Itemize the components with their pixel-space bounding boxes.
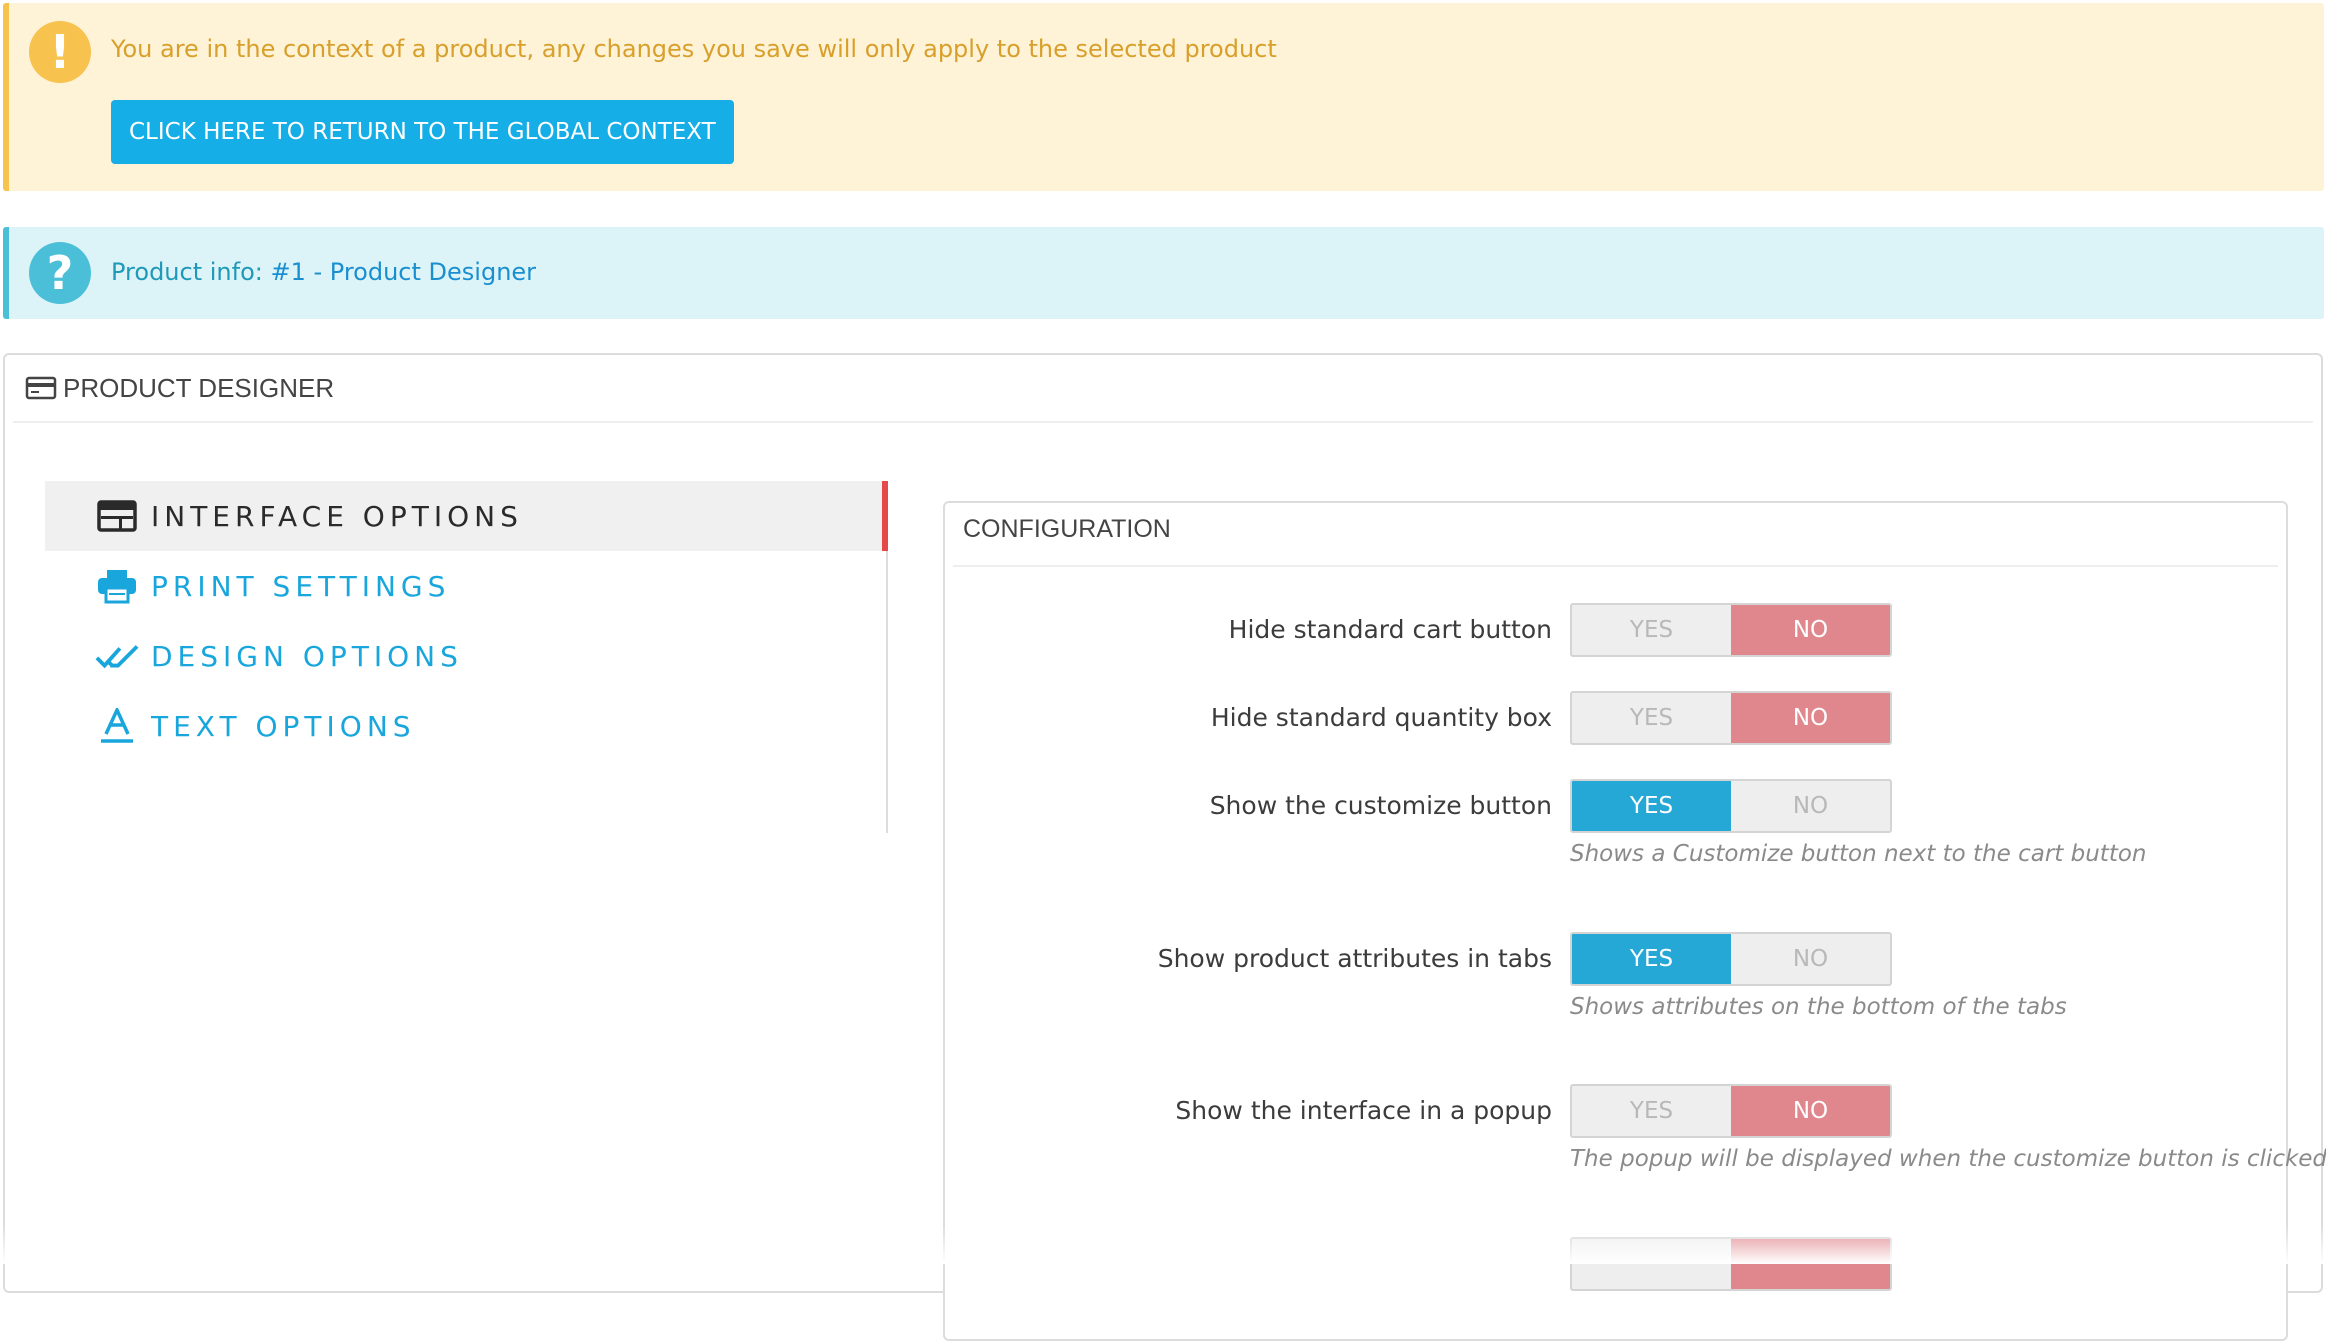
context-warning-alert: ! You are in the context of a product, a… — [3, 3, 2324, 191]
setting-row-attributes-in-tabs: Show product attributes in tabs YES NO S… — [945, 932, 2286, 1020]
configuration-title: CONFIGURATION — [963, 515, 1171, 543]
setting-row-interface-popup: Show the interface in a popup YES NO The… — [945, 1084, 2326, 1172]
product-info-alert: ? Product info: #1 - Product Designer — [3, 227, 2324, 319]
question-icon: ? — [29, 242, 91, 304]
setting-row-hide-cart-button: Hide standard cart button YES NO — [945, 603, 2286, 657]
setting-help-text: Shows a Customize button next to the car… — [1570, 841, 2147, 867]
setting-row-hide-quantity-box: Hide standard quantity box YES NO — [945, 691, 2286, 745]
switch-no-option[interactable]: NO — [1731, 781, 1890, 831]
attributes-in-tabs-switch[interactable]: YES NO — [1570, 932, 1892, 986]
configuration-panel: CONFIGURATION Hide standard cart button … — [943, 501, 2326, 1341]
switch-yes-option[interactable] — [1572, 1239, 1731, 1289]
show-customize-button-switch[interactable]: YES NO — [1570, 779, 1892, 833]
sidebar-item-label: PRINT SETTINGS — [151, 569, 451, 603]
switch-yes-option[interactable]: YES — [1572, 693, 1731, 743]
interface-popup-switch[interactable]: YES NO — [1570, 1084, 1892, 1138]
hide-cart-button-switch[interactable]: YES NO — [1570, 603, 1892, 657]
exclamation-icon: ! — [29, 21, 91, 83]
context-warning-message: You are in the context of a product, any… — [111, 35, 1277, 63]
setting-label: Show the interface in a popup — [1175, 1096, 1552, 1125]
setting-row-partial — [945, 1237, 2286, 1291]
double-check-icon — [95, 638, 139, 674]
switch-no-option[interactable]: NO — [1731, 1086, 1890, 1136]
switch-yes-option[interactable]: YES — [1572, 605, 1731, 655]
sidebar-item-label: DESIGN OPTIONS — [151, 639, 463, 673]
setting-help-text: Shows attributes on the bottom of the ta… — [1570, 994, 2067, 1020]
switch-yes-option[interactable]: YES — [1572, 934, 1731, 984]
switch-no-option[interactable] — [1731, 1239, 1890, 1289]
panel-title: PRODUCT DESIGNER — [63, 372, 335, 403]
product-info-text: Product info: #1 - Product Designer — [111, 258, 536, 286]
printer-icon — [95, 568, 139, 604]
hide-quantity-box-switch[interactable]: YES NO — [1570, 691, 1892, 745]
sidebar-item-design-options[interactable]: DESIGN OPTIONS — [45, 621, 886, 691]
switch-no-option[interactable]: NO — [1731, 693, 1890, 743]
panel-divider — [13, 421, 2313, 423]
options-sidebar: INTERFACE OPTIONS PRINT SETTINGS DESIGN … — [45, 481, 888, 833]
sidebar-item-label: TEXT OPTIONS — [151, 709, 416, 743]
switch-no-option[interactable]: NO — [1731, 934, 1890, 984]
text-a-icon — [95, 708, 139, 744]
switch-no-option[interactable]: NO — [1731, 605, 1890, 655]
sidebar-item-interface-options[interactable]: INTERFACE OPTIONS — [45, 481, 888, 551]
credit-card-icon — [25, 376, 57, 400]
switch-yes-option[interactable]: YES — [1572, 781, 1731, 831]
setting-label: Hide standard quantity box — [1210, 703, 1552, 732]
switch-yes-option[interactable]: YES — [1572, 1086, 1731, 1136]
setting-help-text: The popup will be displayed when the cus… — [1570, 1146, 2326, 1172]
partial-switch[interactable] — [1570, 1237, 1892, 1291]
sidebar-item-text-options[interactable]: TEXT OPTIONS — [45, 691, 886, 761]
setting-label: Show product attributes in tabs — [1157, 944, 1552, 973]
product-info-link[interactable]: #1 - Product Designer — [270, 258, 536, 286]
setting-label: Show the customize button — [1209, 791, 1552, 820]
product-info-prefix: Product info: — [111, 258, 271, 286]
browser-window-icon — [95, 498, 139, 534]
configuration-divider — [953, 565, 2278, 567]
sidebar-item-print-settings[interactable]: PRINT SETTINGS — [45, 551, 886, 621]
return-to-global-context-button[interactable]: CLICK HERE TO RETURN TO THE GLOBAL CONTE… — [111, 100, 734, 164]
setting-label: Hide standard cart button — [1228, 615, 1552, 644]
product-designer-panel: PRODUCT DESIGNER INTERFACE OPTIONS PRINT… — [3, 353, 2326, 1341]
sidebar-item-label: INTERFACE OPTIONS — [151, 499, 523, 533]
panel-heading: PRODUCT DESIGNER — [25, 355, 334, 421]
setting-row-show-customize-button: Show the customize button YES NO Shows a… — [945, 779, 2286, 867]
